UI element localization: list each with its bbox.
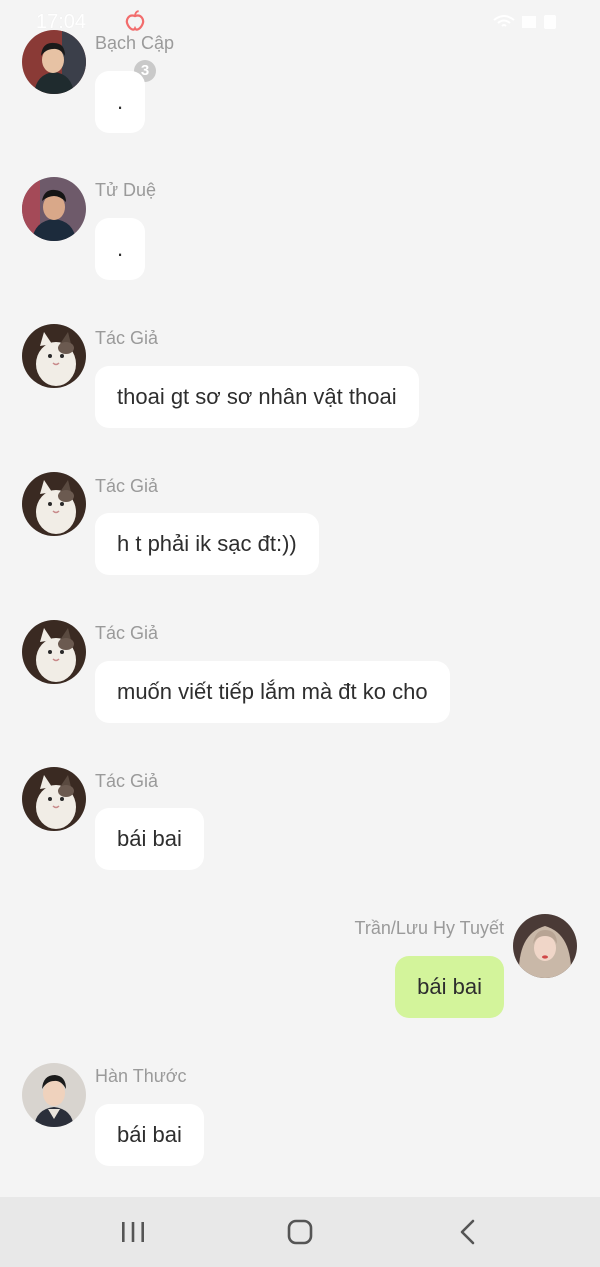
wifi-icon xyxy=(493,15,515,27)
sender-name: Tác Giả xyxy=(95,771,159,791)
message-bubble-own[interactable]: bái bai xyxy=(395,956,504,1018)
message-bubble[interactable]: . xyxy=(95,218,146,280)
avatar[interactable] xyxy=(22,177,86,241)
message-bubble[interactable]: h t phải ik sạc đt:)) xyxy=(95,513,319,575)
signal-icon xyxy=(522,16,536,28)
avatar[interactable] xyxy=(513,914,577,978)
back-icon[interactable] xyxy=(448,1215,488,1249)
avatar[interactable] xyxy=(22,472,86,536)
sender-name: Trần/Lưu Hy Tuyết xyxy=(354,918,504,938)
avatar[interactable] xyxy=(22,1063,86,1127)
sender-name: Tác Giả xyxy=(95,623,159,643)
sender-name: Tử Duệ xyxy=(95,180,157,200)
message-bubble[interactable]: muốn viết tiếp lắm mà đt ko cho xyxy=(95,661,450,723)
sender-name: Tác Giả xyxy=(95,476,159,496)
home-icon[interactable] xyxy=(280,1215,320,1249)
recent-apps-icon[interactable] xyxy=(113,1215,153,1249)
peach-icon xyxy=(125,10,145,31)
message-bubble[interactable]: thoai gt sơ sơ nhân vật thoai xyxy=(95,366,419,428)
avatar[interactable] xyxy=(22,30,86,94)
avatar[interactable] xyxy=(22,324,86,388)
avatar[interactable] xyxy=(22,620,86,684)
sender-name: Hàn Thước xyxy=(95,1066,187,1086)
message-bubble[interactable]: bái bai xyxy=(95,1104,204,1166)
message-bubble[interactable]: bái bai xyxy=(95,808,204,870)
avatar[interactable] xyxy=(22,767,86,831)
navigation-bar xyxy=(0,1197,600,1267)
sender-name: Bạch Cập xyxy=(95,33,175,53)
chat-screen: 17:04 Bạch Cập 3 . Tử Duệ . Tác Giả thoa… xyxy=(0,0,600,1267)
status-icons xyxy=(493,15,556,29)
sender-name: Tác Giả xyxy=(95,328,159,348)
message-bubble[interactable]: . xyxy=(95,71,146,133)
status-bar: 17:04 xyxy=(0,0,600,40)
battery-icon xyxy=(544,15,556,29)
